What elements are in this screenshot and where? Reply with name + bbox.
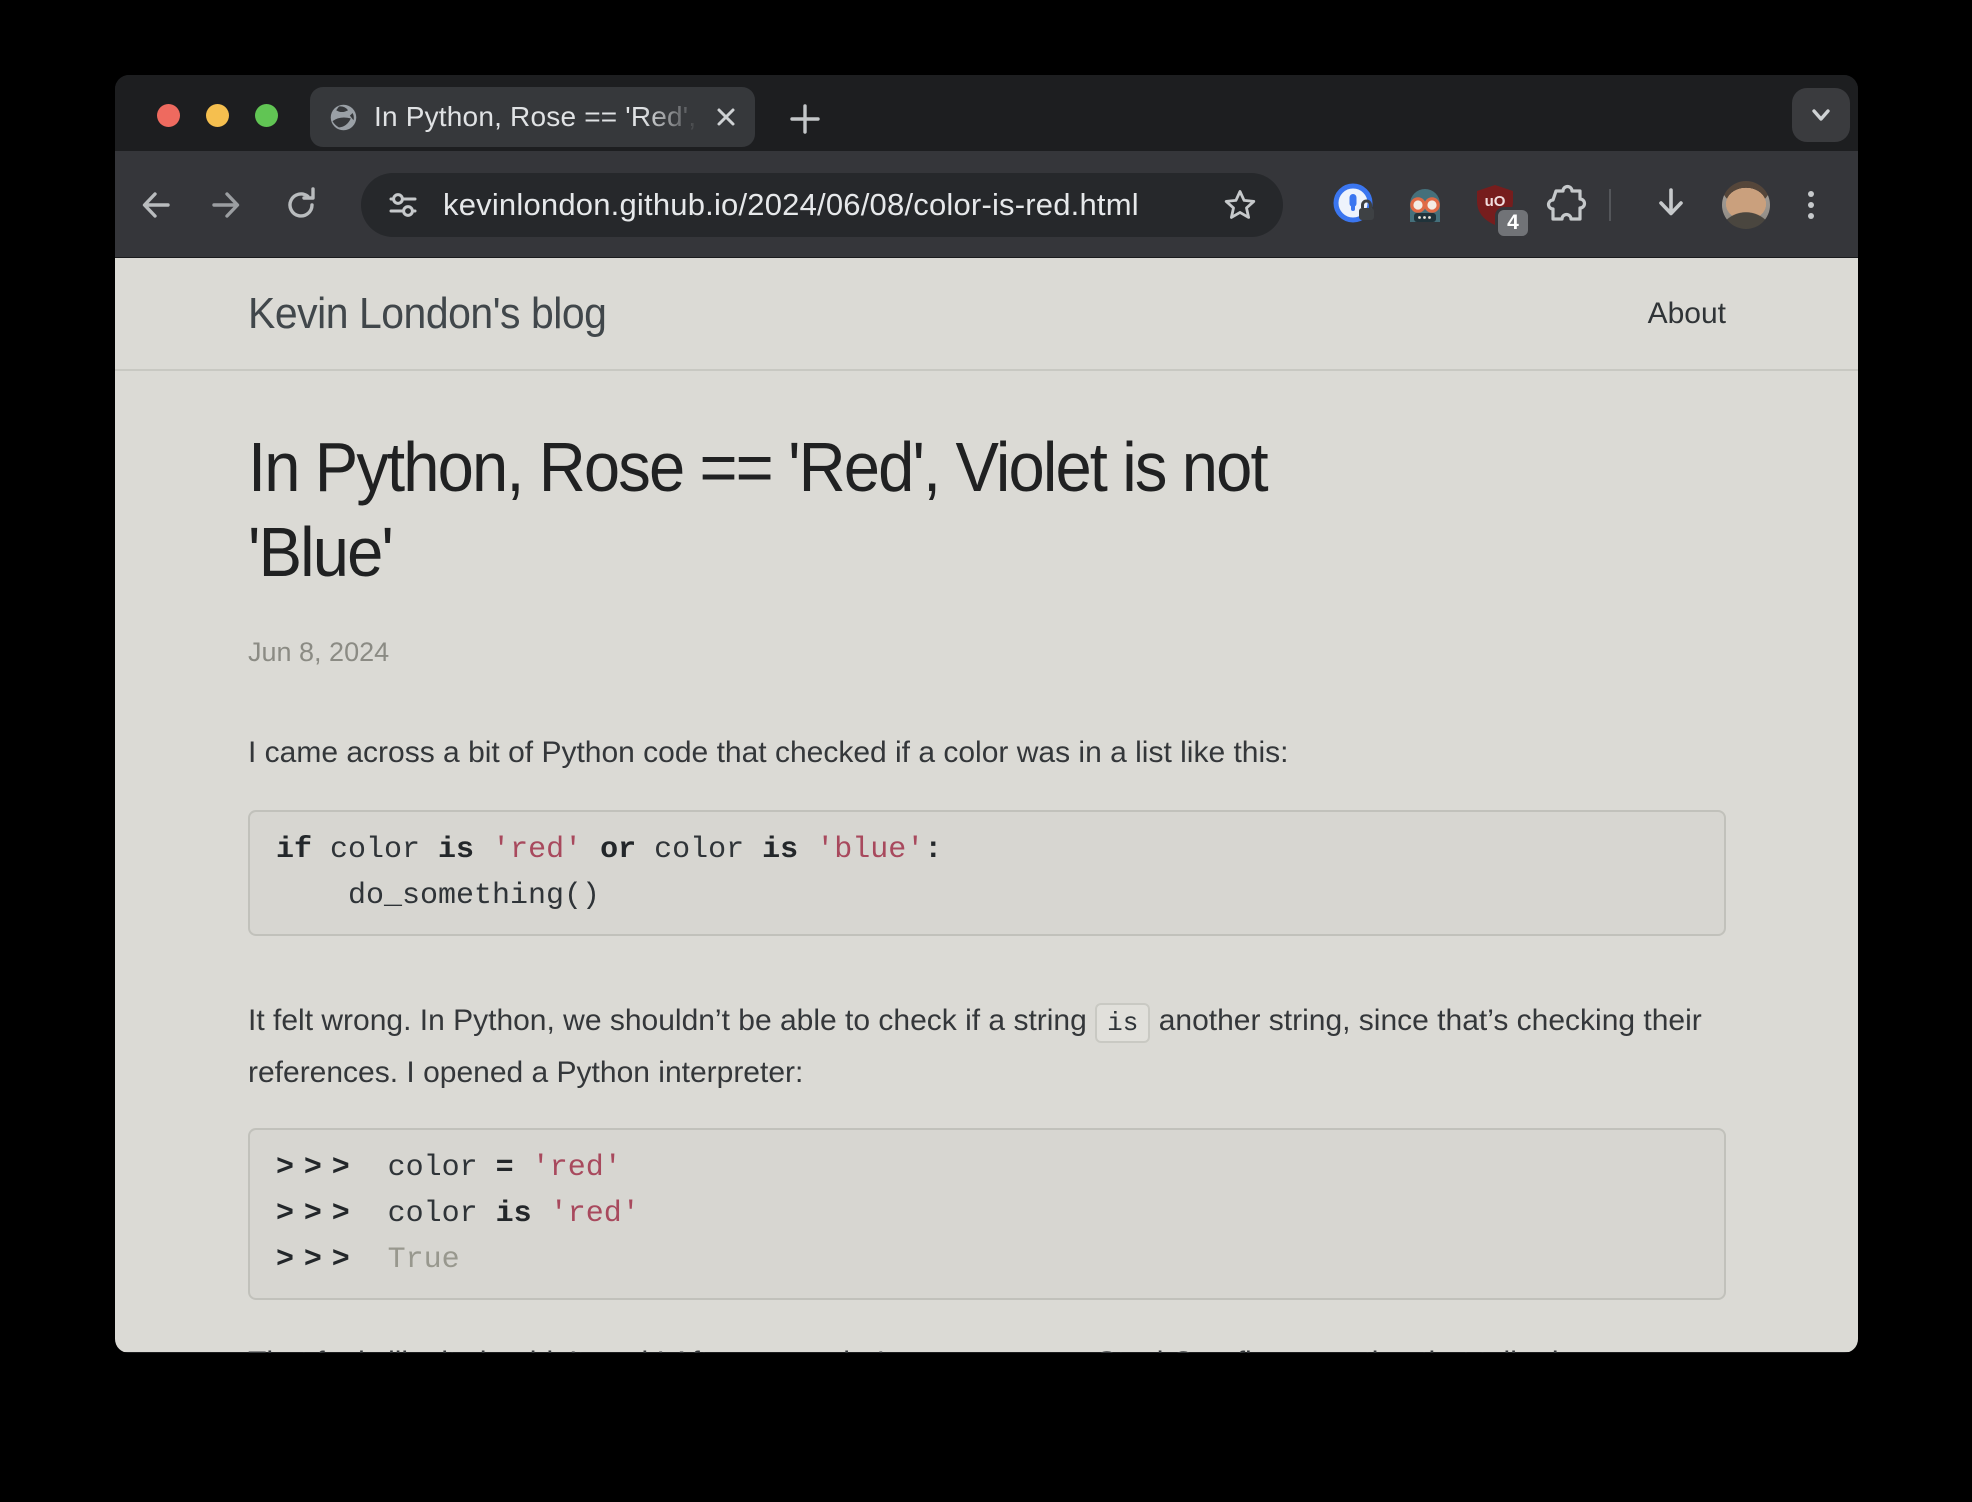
tab-close-icon[interactable] [713,104,739,130]
password-manager-icon [1333,183,1374,223]
url-text[interactable]: kevinlondon.github.io/2024/06/08/color-i… [443,187,1221,223]
extension-1password-button[interactable] [1331,181,1379,229]
chevron-down-icon [1812,109,1830,121]
download-icon [1659,188,1683,216]
address-bar[interactable]: kevinlondon.github.io/2024/06/08/color-i… [361,173,1283,237]
browser-window: In Python, Rose == 'Red', Viol [115,75,1858,1353]
back-button[interactable] [135,184,177,226]
browser-tab[interactable]: In Python, Rose == 'Red', Viol [310,87,755,147]
post-title: In Python, Rose == 'Red', Violet is not '… [248,428,1269,591]
forward-button[interactable] [205,184,247,226]
tab-search-button[interactable] [1792,88,1850,142]
new-tab-button[interactable] [783,97,827,141]
tab-strip: In Python, Rose == 'Red', Viol [115,75,1858,151]
extension-ublock-button[interactable]: uO 4 [1471,181,1531,239]
forward-arrow-icon [212,192,240,218]
window-controls [157,104,278,127]
profile-avatar[interactable] [1722,181,1770,229]
window-close-button[interactable] [157,104,180,127]
extensions-menu-button[interactable] [1541,181,1589,229]
post-date: Jun 8, 2024 [248,637,390,667]
window-minimize-button[interactable] [206,104,229,127]
kebab-menu-icon [1808,191,1814,219]
puzzle-piece-icon [1546,184,1587,221]
site-title-link[interactable]: Kevin London's blog [248,289,607,339]
browser-toolbar: kevinlondon.github.io/2024/06/08/color-i… [115,151,1858,258]
globe-favicon-icon [330,104,357,130]
paragraph-conclusion: That feels like it shouldn’t work! After… [248,1338,1726,1353]
site-header: Kevin London's blog About [115,258,1858,371]
code-block-python: if color is 'red' or color is 'blue': do… [248,810,1726,936]
browser-menu-button[interactable] [1787,181,1835,229]
reload-icon [288,187,315,218]
extension-robot-button[interactable] [1401,181,1449,229]
blog-article: In Python, Rose == 'Red', Violet is not '… [115,425,1858,1353]
plus-icon [790,104,820,134]
bookmark-star-icon[interactable] [1221,186,1259,224]
toolbar-divider [1609,189,1611,221]
back-arrow-icon [142,192,170,218]
inline-code-is: is [1095,1003,1151,1043]
nav-about-link[interactable]: About [1648,297,1726,331]
site-info-icon[interactable] [385,187,421,223]
code-block-interpreter: >>> color = 'red' >>> color is 'red' >>> T… [248,1128,1726,1300]
ublock-badge: 4 [1495,207,1531,239]
page-content: Kevin London's blog About In Python, Ros… [115,258,1858,1353]
goggles-robot-icon [1410,189,1440,222]
window-zoom-button[interactable] [255,104,278,127]
paragraph-intro: I came across a bit of Python code that … [248,736,1289,769]
reload-button[interactable] [280,184,322,226]
paragraph-explanation: It felt wrong. In Python, we shouldn’t b… [248,1003,1702,1089]
downloads-button[interactable] [1647,181,1695,229]
